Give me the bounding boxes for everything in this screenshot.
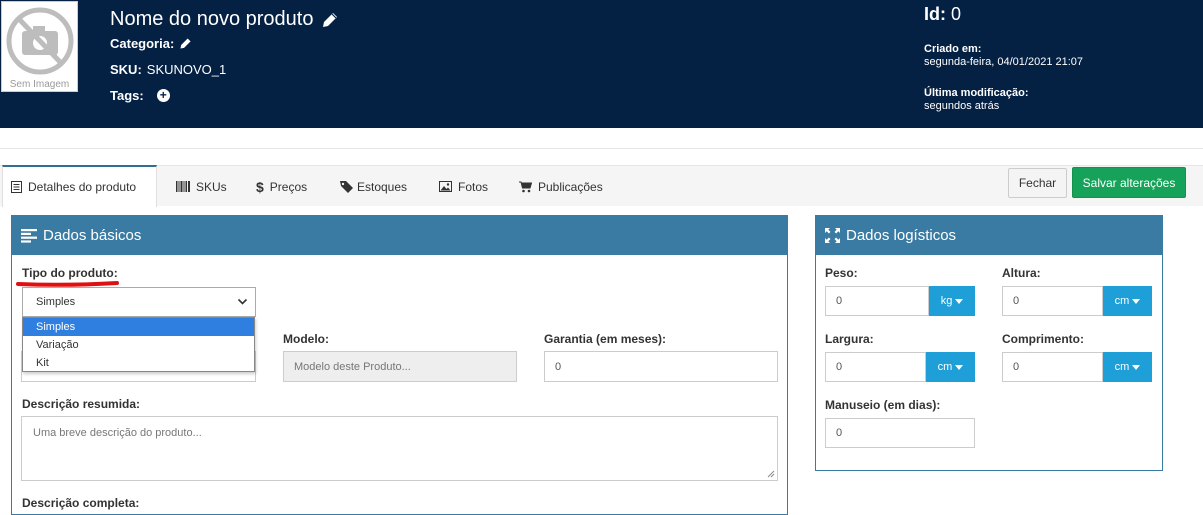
product-type-dropdown: Simples Variação Kit	[22, 317, 255, 372]
short-description-label: Descrição resumida:	[22, 397, 141, 411]
resize-handle-icon[interactable]	[767, 470, 775, 478]
handling-label: Manuseio (em dias):	[825, 398, 941, 412]
no-image-icon	[6, 7, 74, 75]
short-description-textarea[interactable]: Uma breve descrição do produto...	[21, 416, 778, 481]
barcode-icon	[176, 181, 190, 192]
pencil-icon[interactable]	[321, 11, 339, 29]
sku-value: SKUNOVO_1	[146, 62, 227, 77]
tag-icon	[340, 180, 353, 193]
created-value: segunda-feira, 04/01/2021 21:07	[924, 56, 1084, 68]
image-icon	[439, 181, 452, 192]
id-label: Id:	[924, 4, 946, 24]
width-label: Largura:	[825, 332, 874, 346]
length-unit-dropdown[interactable]: cm	[1103, 352, 1152, 382]
option-variacao[interactable]: Variação	[23, 336, 254, 354]
product-name: Nome do novo produto	[110, 8, 314, 30]
cart-icon	[519, 181, 532, 192]
model-input[interactable]: Modelo deste Produto...	[283, 351, 517, 382]
weight-label: Peso:	[825, 266, 858, 280]
close-button[interactable]: Fechar	[1008, 168, 1067, 198]
logistics-title: Dados logísticos	[846, 227, 957, 244]
product-header: Sem Imagem Nome do novo produto Categori…	[0, 0, 1203, 128]
width-input[interactable]: 0	[825, 352, 926, 382]
tab-label: Preços	[269, 179, 308, 194]
tab-label: Publicações	[538, 179, 603, 194]
tab-label: Estoques	[357, 179, 408, 194]
align-left-icon	[21, 228, 37, 243]
tab-precos[interactable]: $ Preços	[248, 166, 315, 207]
sku-label: SKU:	[110, 62, 142, 77]
pencil-icon[interactable]	[179, 37, 192, 50]
list-icon	[11, 181, 22, 193]
sku-row: SKU: SKUNOVO_1	[110, 62, 226, 77]
divider	[0, 148, 1203, 149]
modified-label: Última modificação:	[924, 87, 1029, 99]
product-type-select[interactable]: Simples	[22, 287, 256, 317]
tab-fotos[interactable]: Fotos	[431, 166, 496, 207]
category-row: Categoria:	[110, 36, 192, 51]
expand-arrows-icon	[825, 228, 840, 243]
length-input[interactable]: 0	[1002, 352, 1103, 382]
length-label: Comprimento:	[1002, 332, 1084, 346]
id-value: 0	[951, 4, 962, 24]
basic-data-title: Dados básicos	[43, 227, 142, 244]
chevron-down-icon	[237, 298, 248, 305]
width-unit-dropdown[interactable]: cm	[926, 352, 975, 382]
weight-unit-dropdown[interactable]: kg	[929, 286, 975, 316]
tags-row: Tags: +	[110, 88, 170, 103]
logistics-header: Dados logísticos	[816, 216, 1162, 255]
width-unit: cm	[937, 361, 953, 373]
dollar-icon: $	[256, 178, 264, 195]
option-kit[interactable]: Kit	[23, 354, 254, 372]
add-tag-icon[interactable]: +	[156, 89, 170, 102]
caret-down-icon	[955, 364, 964, 370]
model-label: Modelo:	[283, 332, 329, 346]
weight-unit: kg	[940, 295, 953, 307]
basic-data-header: Dados básicos	[12, 216, 787, 255]
caret-down-icon	[1132, 298, 1141, 304]
save-changes-button[interactable]: Salvar alterações	[1072, 167, 1186, 198]
tab-label: SKUs	[196, 179, 227, 194]
caret-down-icon	[955, 298, 964, 304]
product-name-row: Nome do novo produto	[110, 8, 339, 31]
modified-value: segundos atrás	[924, 100, 1000, 112]
short-description-placeholder: Uma breve descrição do produto...	[33, 427, 202, 439]
product-id: Id: 0	[924, 4, 961, 25]
weight-input[interactable]: 0	[825, 286, 929, 316]
thumbnail-caption: Sem Imagem	[9, 79, 70, 90]
product-type-label: Tipo do produto:	[22, 266, 118, 280]
tab-estoques[interactable]: Estoques	[332, 166, 415, 207]
tab-label: Fotos	[458, 179, 489, 194]
caret-down-icon	[1132, 364, 1141, 370]
product-type-value: Simples	[36, 296, 76, 308]
tab-publicacoes[interactable]: Publicações	[511, 166, 611, 207]
tab-skus[interactable]: SKUs	[168, 166, 235, 207]
option-simples[interactable]: Simples	[23, 318, 254, 336]
category-label: Categoria:	[110, 36, 175, 51]
tags-label: Tags:	[110, 88, 144, 103]
height-label: Altura:	[1002, 266, 1041, 280]
length-unit: cm	[1114, 361, 1130, 373]
tab-label: Detalhes do produto	[28, 180, 137, 194]
handling-input[interactable]: 0	[825, 418, 975, 448]
height-input[interactable]: 0	[1002, 286, 1103, 316]
created-label: Criado em:	[924, 43, 982, 55]
tab-detalhes-do-produto[interactable]: Detalhes do produto	[2, 165, 157, 207]
product-thumbnail[interactable]: Sem Imagem	[1, 1, 78, 92]
height-unit-dropdown[interactable]: cm	[1103, 286, 1152, 316]
warranty-label: Garantia (em meses):	[544, 332, 667, 346]
warranty-input[interactable]: 0	[544, 351, 778, 382]
height-unit: cm	[1114, 295, 1130, 307]
